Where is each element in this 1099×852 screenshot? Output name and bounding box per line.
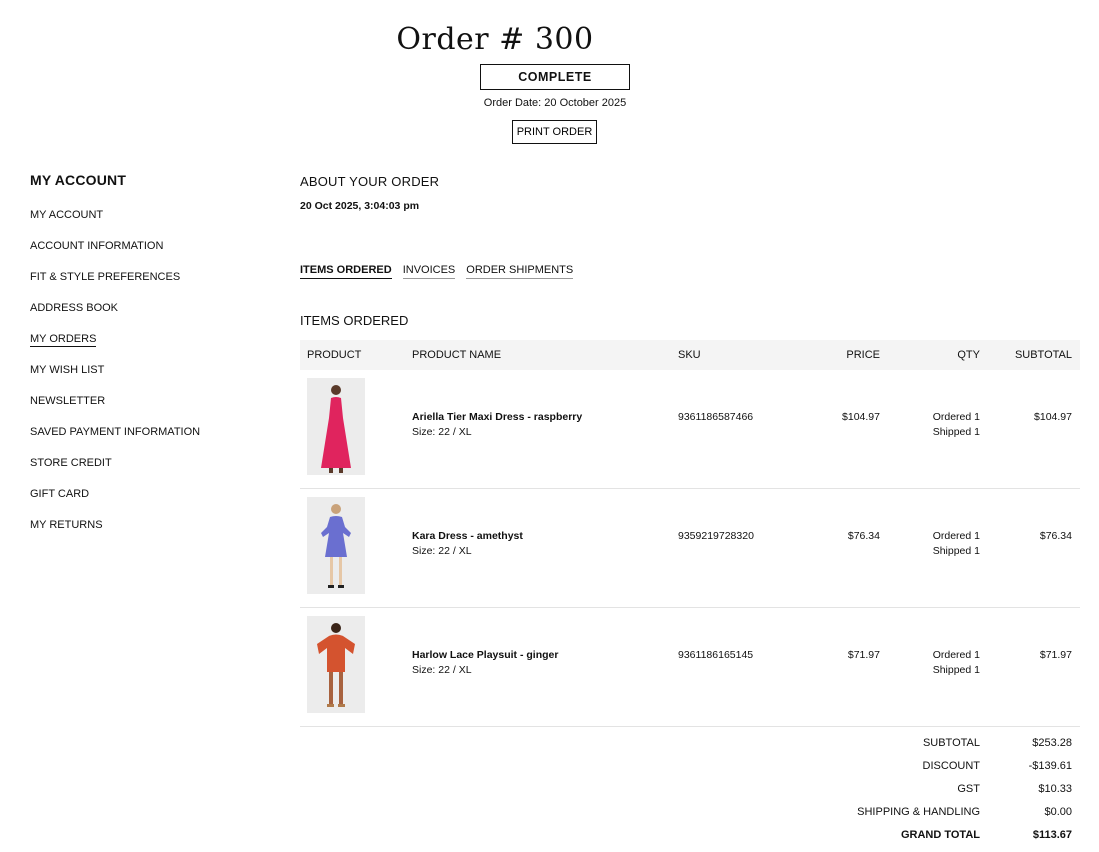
product-image[interactable]: [307, 616, 365, 713]
totals-label: GRAND TOTAL: [900, 829, 980, 841]
sidebar-item-my-wish-list[interactable]: MY WISH LIST: [30, 363, 270, 394]
qty-ordered: Ordered 1: [932, 411, 980, 423]
sidebar-item-my-orders[interactable]: MY ORDERS: [30, 332, 270, 363]
table-row: Harlow Lace Playsuit - ginger Size: 22 /…: [300, 608, 1080, 727]
product-sku: 9359219728320: [678, 530, 754, 542]
product-sku: 9361186587466: [678, 411, 754, 423]
order-title: Order # 300: [396, 22, 594, 57]
totals-value: $0.00: [1044, 806, 1072, 818]
sidebar-item-my-account[interactable]: MY ACCOUNT: [30, 208, 270, 239]
qty-shipped: Shipped 1: [932, 664, 980, 676]
sidebar-item-label: MY ACCOUNT: [30, 209, 104, 221]
order-tabs: ITEMS ORDERED INVOICES ORDER SHIPMENTS: [300, 264, 574, 279]
sidebar-item-saved-payment-information[interactable]: SAVED PAYMENT INFORMATION: [30, 425, 270, 456]
tab-invoices[interactable]: INVOICES: [402, 264, 456, 279]
sidebar-item-label: ADDRESS BOOK: [30, 302, 119, 314]
product-price: $71.97: [847, 649, 880, 661]
sidebar-item-my-returns[interactable]: MY RETURNS: [30, 518, 270, 549]
sidebar-item-label: ACCOUNT INFORMATION: [30, 240, 164, 252]
about-order-title: ABOUT YOUR ORDER: [300, 174, 440, 189]
product-image[interactable]: [307, 497, 365, 594]
totals-label: SHIPPING & HANDLING: [857, 806, 980, 818]
tab-order-shipments[interactable]: ORDER SHIPMENTS: [466, 264, 574, 279]
totals-row-grand-total: GRAND TOTAL $113.67: [772, 829, 1072, 852]
row-subtotal: $76.34: [1039, 530, 1072, 542]
sidebar-item-address-book[interactable]: ADDRESS BOOK: [30, 301, 270, 332]
sidebar-item-label: MY ORDERS: [30, 333, 97, 347]
playsuit-figure-icon: [317, 623, 355, 707]
sidebar-item-label: MY WISH LIST: [30, 364, 105, 376]
row-subtotal: $71.97: [1039, 649, 1072, 661]
product-price: $76.34: [847, 530, 880, 542]
qty-ordered: Ordered 1: [932, 649, 980, 661]
sidebar-title: MY ACCOUNT: [30, 172, 127, 188]
order-totals: SUBTOTAL $253.28 DISCOUNT -$139.61 GST $…: [772, 737, 1072, 852]
product-size: Size: 22 / XL: [412, 545, 472, 557]
about-order-datetime: 20 Oct 2025, 3:04:03 pm: [300, 200, 420, 212]
sidebar-item-account-information[interactable]: ACCOUNT INFORMATION: [30, 239, 270, 270]
table-row: Ariella Tier Maxi Dress - raspberry Size…: [300, 370, 1080, 489]
column-header-subtotal: SUBTOTAL: [1014, 349, 1072, 361]
totals-row-subtotal: SUBTOTAL $253.28: [772, 737, 1072, 760]
sidebar-item-label: STORE CREDIT: [30, 457, 112, 469]
totals-row-shipping: SHIPPING & HANDLING $0.00: [772, 806, 1072, 829]
sidebar-item-fit-style-preferences[interactable]: FIT & STYLE PREFERENCES: [30, 270, 270, 301]
column-header-sku: SKU: [678, 349, 701, 361]
items-table: PRODUCT PRODUCT NAME SKU PRICE QTY SUBTO…: [300, 340, 1080, 727]
order-main: ABOUT YOUR ORDER 20 Oct 2025, 3:04:03 pm…: [300, 174, 1080, 841]
account-sidebar: MY ACCOUNT MY ACCOUNT ACCOUNT INFORMATIO…: [30, 172, 270, 549]
column-header-product-name: PRODUCT NAME: [412, 349, 502, 361]
sidebar-item-label: NEWSLETTER: [30, 395, 106, 407]
totals-label: DISCOUNT: [922, 760, 980, 772]
qty-shipped: Shipped 1: [932, 545, 980, 557]
sidebar-item-label: MY RETURNS: [30, 519, 103, 531]
product-name[interactable]: Ariella Tier Maxi Dress - raspberry: [412, 411, 678, 423]
table-row: Kara Dress - amethyst Size: 22 / XL 9359…: [300, 489, 1080, 608]
sidebar-item-newsletter[interactable]: NEWSLETTER: [30, 394, 270, 425]
sidebar-item-gift-card[interactable]: GIFT CARD: [30, 487, 270, 518]
qty-shipped: Shipped 1: [932, 426, 980, 438]
column-header-qty: QTY: [957, 349, 980, 361]
totals-value: -$139.61: [1028, 760, 1072, 772]
product-size: Size: 22 / XL: [412, 426, 472, 438]
dress-figure-icon: [321, 385, 351, 473]
totals-value: $253.28: [1032, 737, 1072, 749]
sidebar-item-label: FIT & STYLE PREFERENCES: [30, 271, 181, 283]
totals-label: GST: [957, 783, 980, 795]
sidebar-item-store-credit[interactable]: STORE CREDIT: [30, 456, 270, 487]
product-sku: 9361186165145: [678, 649, 754, 661]
sidebar-item-label: SAVED PAYMENT INFORMATION: [30, 426, 201, 438]
product-image[interactable]: [307, 378, 365, 475]
totals-row-gst: GST $10.33: [772, 783, 1072, 806]
product-price: $104.97: [842, 411, 880, 423]
row-subtotal: $104.97: [1034, 411, 1072, 423]
tab-items-ordered[interactable]: ITEMS ORDERED: [300, 264, 392, 279]
dress-figure-icon: [321, 504, 351, 588]
column-header-price: PRICE: [846, 349, 880, 361]
totals-value: $10.33: [1038, 783, 1072, 795]
product-name[interactable]: Kara Dress - amethyst: [412, 530, 678, 542]
items-ordered-heading: ITEMS ORDERED: [300, 313, 409, 328]
product-name[interactable]: Harlow Lace Playsuit - ginger: [412, 649, 678, 661]
totals-value: $113.67: [1032, 829, 1072, 841]
totals-label: SUBTOTAL: [922, 737, 980, 749]
table-header: PRODUCT PRODUCT NAME SKU PRICE QTY SUBTO…: [300, 340, 1080, 370]
print-order-button[interactable]: PRINT ORDER: [512, 120, 597, 144]
qty-ordered: Ordered 1: [932, 530, 980, 542]
product-size: Size: 22 / XL: [412, 664, 472, 676]
order-status-badge: COMPLETE: [480, 64, 630, 90]
column-header-product: PRODUCT: [307, 349, 362, 361]
totals-row-discount: DISCOUNT -$139.61: [772, 760, 1072, 783]
sidebar-item-label: GIFT CARD: [30, 488, 90, 500]
order-date: Order Date: 20 October 2025: [483, 97, 627, 109]
